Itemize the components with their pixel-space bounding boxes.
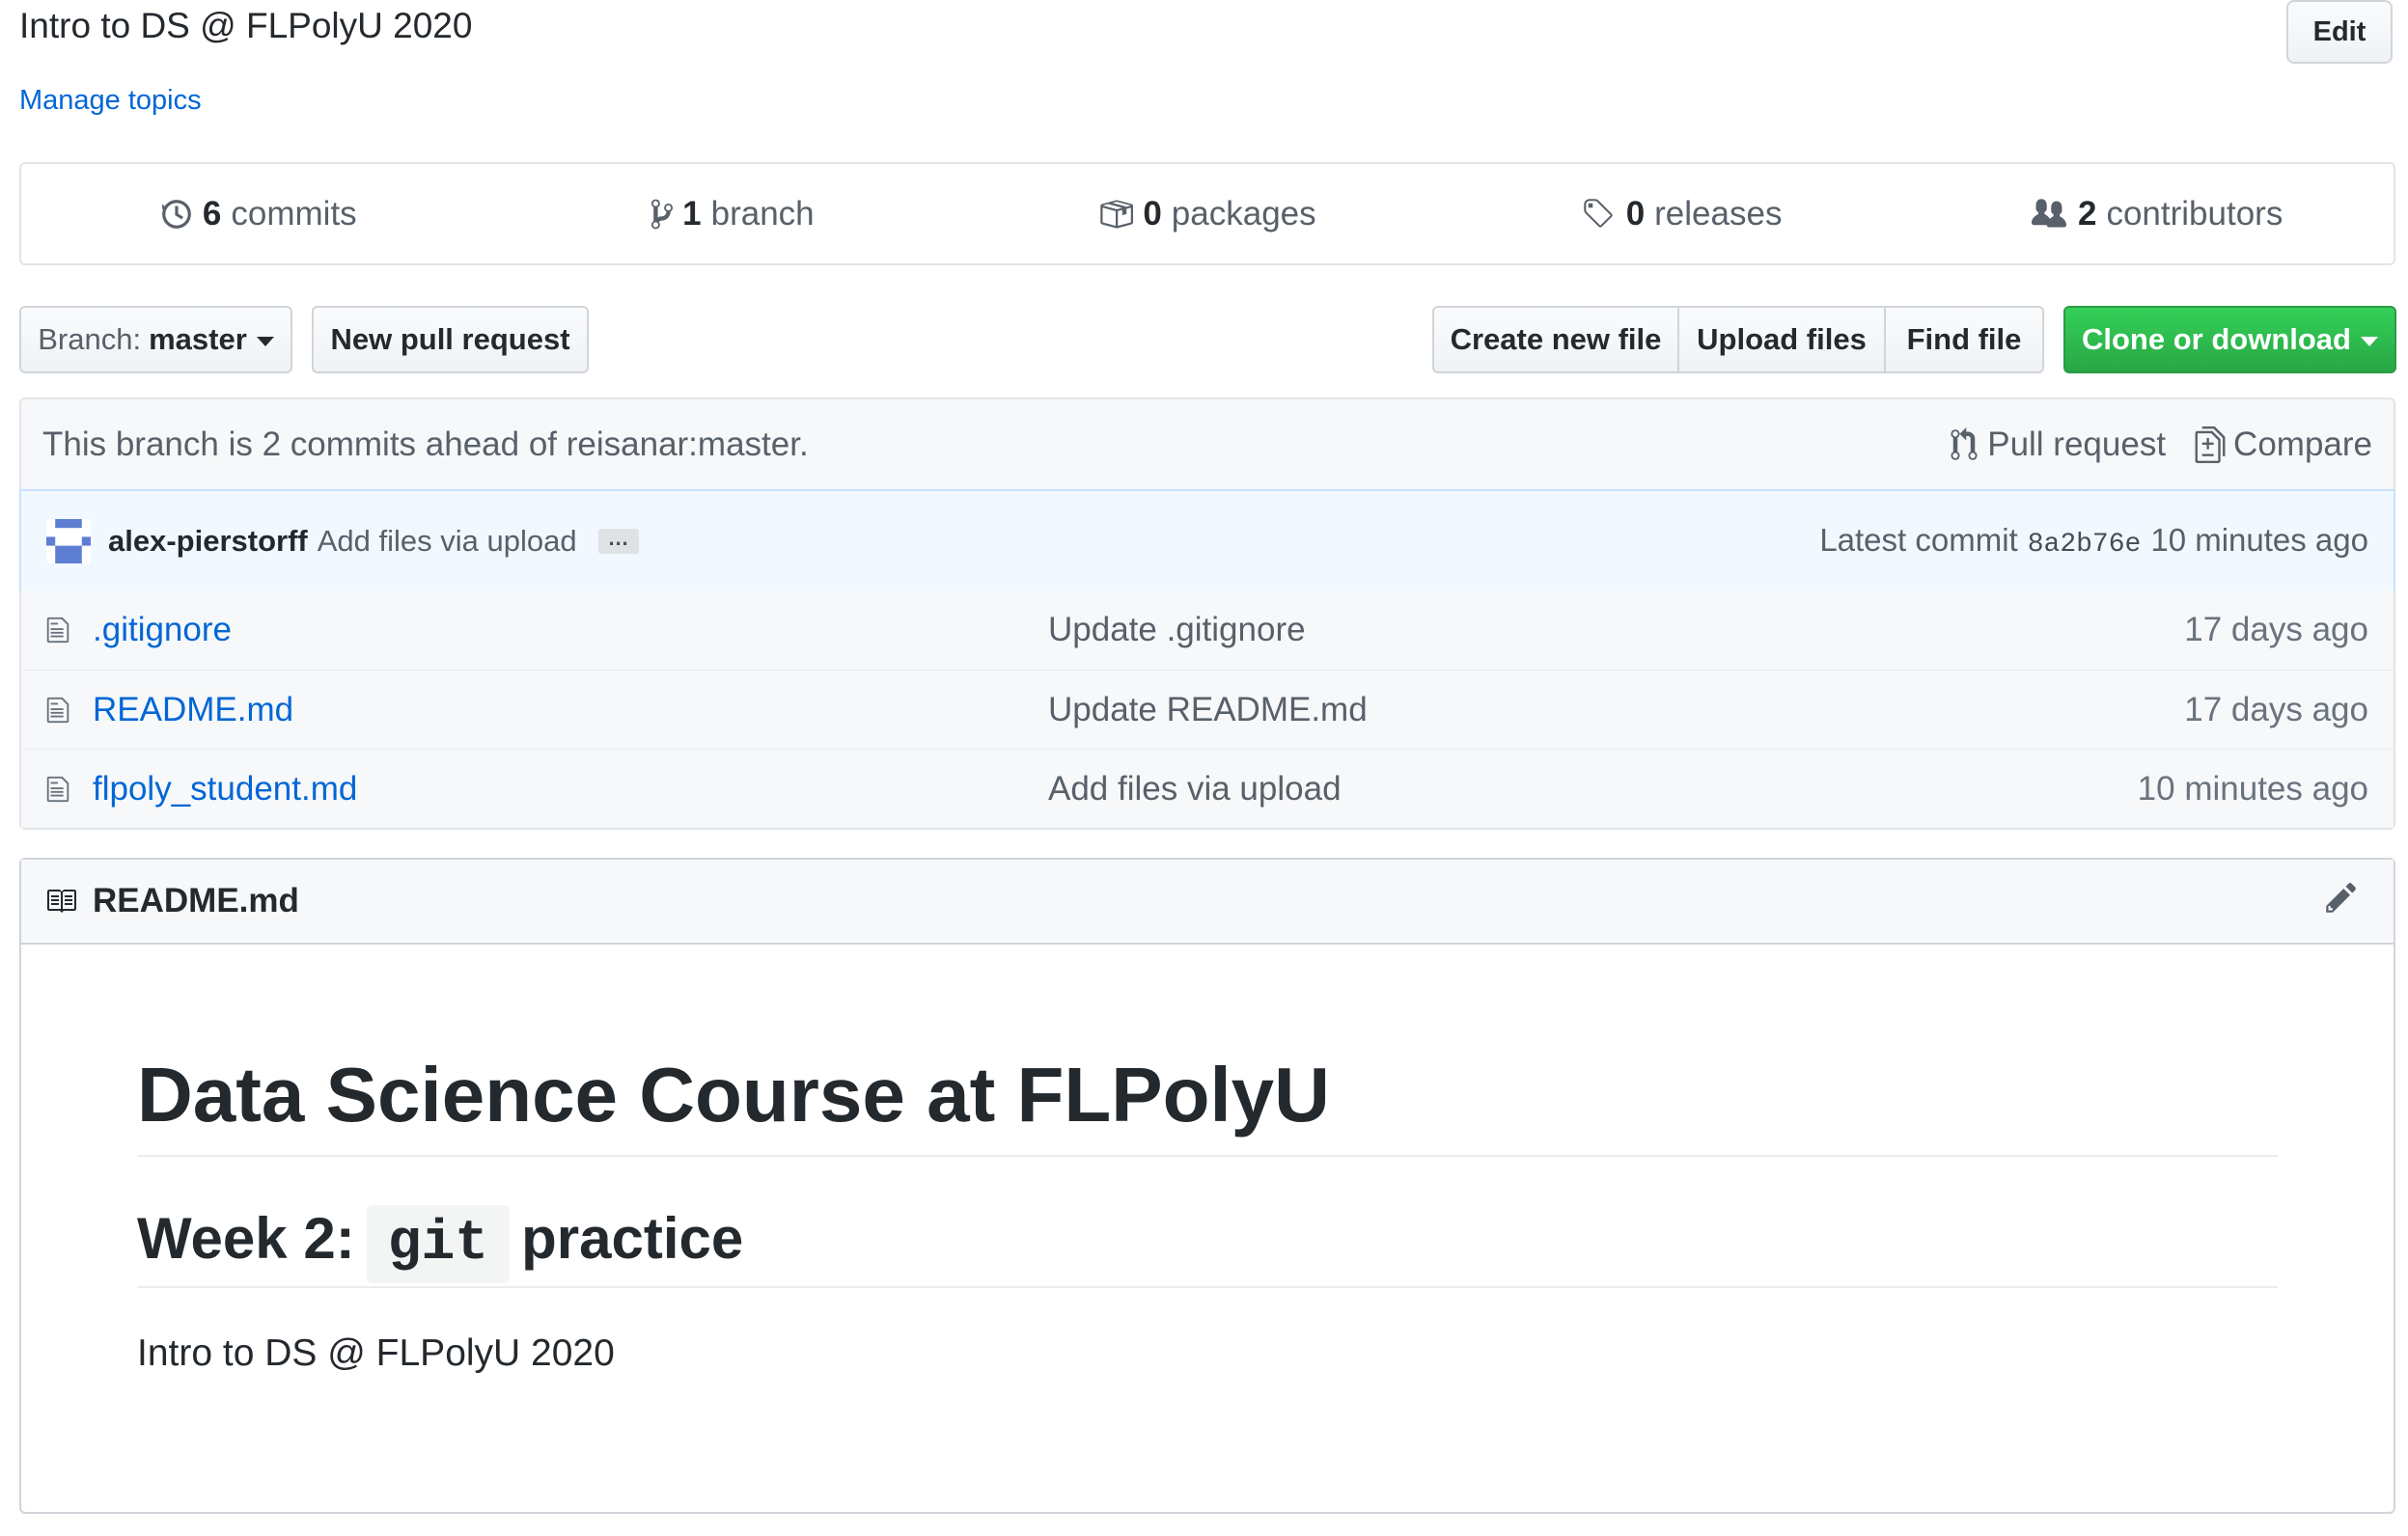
- find-file-button[interactable]: Find file: [1884, 306, 2044, 373]
- repo-description: Intro to DS @ FLPolyU 2020: [19, 6, 473, 45]
- clone-or-download-button[interactable]: Clone or download: [2063, 306, 2396, 373]
- latest-commit-bar: alex-pierstorff Add files via upload … L…: [19, 489, 2395, 592]
- commit-age: 10 minutes ago: [2150, 522, 2368, 558]
- releases-label: releases: [1654, 194, 1783, 233]
- identicon-icon: [46, 518, 91, 563]
- packages-count: 0: [1143, 194, 1162, 233]
- pull-request-label: Pull request: [1987, 425, 2167, 463]
- readme-title: Data Science Course at FLPolyU: [137, 945, 2278, 1157]
- latest-commit-label: Latest commit: [1819, 522, 2018, 558]
- table-row: flpoly_student.md Add files via upload 1…: [21, 749, 2394, 828]
- readme-subtitle: Week 2: git practice: [137, 1201, 2278, 1289]
- git-pull-request-icon: [1951, 426, 1978, 460]
- expand-commit-button[interactable]: …: [597, 527, 639, 554]
- file-icon: [21, 696, 69, 725]
- file-age: 17 days ago: [2184, 690, 2368, 728]
- readme-panel: README.md Data Science Course at FLPolyU…: [19, 858, 2395, 1514]
- diff-icon: [2195, 425, 2226, 463]
- branch-status-bar: This branch is 2 commits ahead of reisan…: [19, 398, 2395, 491]
- branches-link[interactable]: 1 branch: [496, 195, 971, 233]
- contributors-label: contributors: [2106, 194, 2283, 233]
- readme-filename: README.md: [93, 882, 299, 919]
- file-icon: [21, 616, 69, 645]
- commit-meta: Latest commit 8a2b76e 10 minutes ago: [1819, 522, 2368, 560]
- commits-link[interactable]: 6 commits: [21, 195, 496, 233]
- file-name-link[interactable]: flpoly_student.md: [69, 770, 1048, 809]
- subtitle-prefix: Week 2:: [137, 1206, 355, 1271]
- upload-files-button[interactable]: Upload files: [1677, 306, 1886, 373]
- clone-label: Clone or download: [2082, 322, 2351, 356]
- branches-label: branch: [710, 194, 815, 233]
- caret-down-icon: [2361, 337, 2378, 346]
- branch-status-text: This branch is 2 commits ahead of reisan…: [42, 425, 809, 463]
- commits-count: 6: [202, 194, 222, 233]
- create-new-file-button[interactable]: Create new file: [1432, 306, 1679, 373]
- commits-label: commits: [231, 194, 357, 233]
- contributors-count: 2: [2078, 194, 2097, 233]
- releases-link[interactable]: 0 releases: [1445, 195, 1920, 233]
- inline-code: git: [366, 1205, 511, 1283]
- branch-select-button[interactable]: Branch: master: [19, 306, 292, 373]
- edit-description-button[interactable]: Edit: [2286, 0, 2393, 64]
- readme-paragraph: Intro to DS @ FLPolyU 2020: [137, 1332, 615, 1375]
- releases-count: 0: [1625, 194, 1646, 233]
- tag-icon: [1583, 198, 1613, 228]
- commit-message-link[interactable]: Add files via upload: [318, 524, 577, 559]
- subtitle-suffix: practice: [521, 1206, 744, 1271]
- repo-numbers-summary: 6 commits 1 branch 0 packages 0 releases…: [19, 162, 2395, 265]
- packages-label: packages: [1171, 194, 1316, 233]
- compare-label: Compare: [2233, 425, 2372, 463]
- manage-topics-link[interactable]: Manage topics: [19, 85, 202, 117]
- file-commit-message[interactable]: Update README.md: [1048, 691, 2184, 729]
- file-commit-message[interactable]: Add files via upload: [1048, 770, 2138, 809]
- packages-link[interactable]: 0 packages: [970, 195, 1445, 233]
- pencil-icon[interactable]: [2324, 880, 2372, 923]
- file-commit-message[interactable]: Update .gitignore: [1048, 611, 2184, 649]
- book-icon: [47, 890, 76, 913]
- contributors-link[interactable]: 2 contributors: [1919, 195, 2394, 233]
- file-name-link[interactable]: .gitignore: [69, 611, 1048, 649]
- branch-name: master: [149, 322, 247, 356]
- file-name-link[interactable]: README.md: [69, 691, 1048, 729]
- branch-icon: [651, 199, 674, 229]
- pull-request-link[interactable]: Pull request: [1949, 425, 2166, 464]
- branches-count: 1: [682, 194, 702, 233]
- file-icon: [21, 775, 69, 804]
- avatar[interactable]: [46, 518, 91, 563]
- file-age: 17 days ago: [2184, 611, 2368, 648]
- table-row: README.md Update README.md 17 days ago: [21, 670, 2394, 749]
- commit-sha-link[interactable]: 8a2b76e: [2028, 530, 2142, 560]
- package-icon: [1100, 199, 1134, 229]
- readme-header: README.md: [21, 860, 2394, 945]
- commit-author-link[interactable]: alex-pierstorff: [108, 524, 308, 559]
- branch-prefix: Branch:: [38, 322, 142, 356]
- people-icon: [2032, 198, 2066, 227]
- file-actions-group: Create new file Upload files Find file: [1432, 306, 2044, 373]
- readme-content: Data Science Course at FLPolyU Week 2: gi…: [21, 945, 2394, 1375]
- new-pull-request-button[interactable]: New pull request: [312, 306, 589, 373]
- table-row: .gitignore Update .gitignore 17 days ago: [21, 590, 2394, 670]
- compare-link[interactable]: Compare: [2195, 425, 2372, 464]
- file-list: .gitignore Update .gitignore 17 days ago…: [19, 590, 2395, 830]
- history-icon: [162, 199, 191, 229]
- file-age: 10 minutes ago: [2137, 769, 2368, 808]
- caret-down-icon: [256, 337, 274, 346]
